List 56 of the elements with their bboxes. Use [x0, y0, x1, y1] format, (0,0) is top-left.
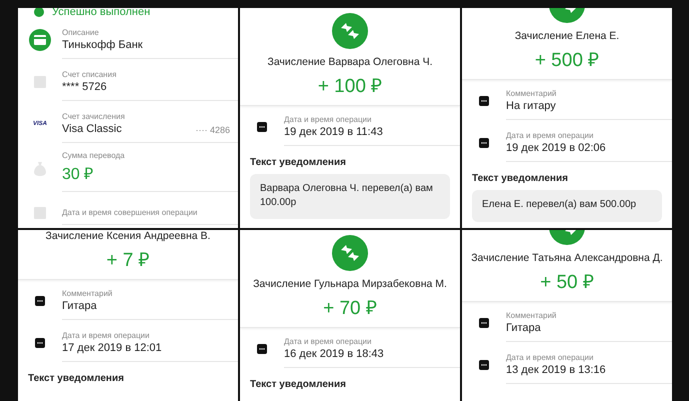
message-icon [257, 344, 267, 354]
transaction-title: Зачисление Варвара Олеговна Ч. [267, 56, 432, 68]
message-icon [479, 360, 489, 370]
field-value: 13 дек 2019 в 13:16 [506, 364, 607, 376]
transfer-icon [332, 13, 368, 49]
amount: + 100 ₽ [318, 75, 382, 98]
message-icon [479, 138, 489, 148]
notification-text: Варвара Олеговна Ч. перевел(а) вам 100.00р [250, 174, 450, 219]
field-label: Дата и время операции [284, 114, 372, 124]
field-label: Сумма перевода [62, 151, 126, 160]
field-label: Комментарий [62, 288, 114, 298]
field-value: На гитару [506, 100, 557, 112]
field-label: Комментарий [506, 88, 558, 98]
field-label: Дата и время операции [506, 352, 594, 362]
field-value: Тинькофф Банк [62, 38, 144, 50]
message-icon [35, 296, 45, 306]
field-value: Visa Classic [62, 122, 123, 134]
message-icon [479, 318, 489, 328]
field-label: Комментарий [506, 310, 558, 320]
field-label: Дата и время операции [506, 130, 594, 140]
field-label: Дата и время совершения операции [62, 208, 198, 216]
message-icon [35, 338, 45, 348]
section-heading: Текст уведомления [27, 372, 125, 386]
section-heading: Текст уведомления [249, 378, 347, 392]
field-label: Счет зачисления [62, 112, 126, 120]
field-value: 30 ₽ [62, 165, 94, 184]
card-number: ···· 4286 [195, 124, 230, 134]
transaction-title: Зачисление Ксения Андреевна В. [46, 230, 210, 242]
transaction-title: Зачисление Елена Е. [514, 30, 620, 42]
field-value: Гитара [62, 300, 98, 312]
field-value: Гитара [506, 322, 542, 334]
field-value: 17 дек 2019 в 12:01 [62, 342, 163, 354]
section-heading: Текст уведомления [471, 172, 569, 186]
amount: + 70 ₽ [323, 297, 377, 320]
field-value: **** 5726 [62, 80, 108, 92]
field-label: Дата и время операции [284, 336, 372, 346]
field-label: Счет списания [62, 70, 118, 78]
amount: + 500 ₽ [534, 49, 600, 72]
notification-text: Елена Е. перевел(а) вам 500.00р [472, 190, 662, 222]
transaction-title: Зачисление Татьяна Александровна Д. [471, 252, 663, 264]
message-icon [479, 96, 489, 106]
transfer-icon [332, 235, 368, 271]
account-icon [34, 207, 46, 219]
money-bag-icon [34, 162, 46, 176]
amount: + 7 ₽ [106, 249, 150, 272]
section-heading: Текст уведомления [249, 156, 347, 170]
field-label: Описание [62, 28, 100, 36]
account-icon [34, 76, 46, 88]
field-value: 19 дек 2019 в 11:43 [284, 126, 384, 138]
amount: + 50 ₽ [540, 271, 594, 294]
field-label: Дата и время операции [62, 330, 150, 340]
transaction-title: Зачисление Гульнара Мирзабековна М. [253, 278, 447, 290]
message-icon [257, 122, 267, 132]
field-value: 19 дек 2019 в 02:06 [506, 142, 607, 154]
card-icon [29, 29, 51, 51]
field-value: 16 дек 2019 в 18:43 [284, 348, 385, 360]
